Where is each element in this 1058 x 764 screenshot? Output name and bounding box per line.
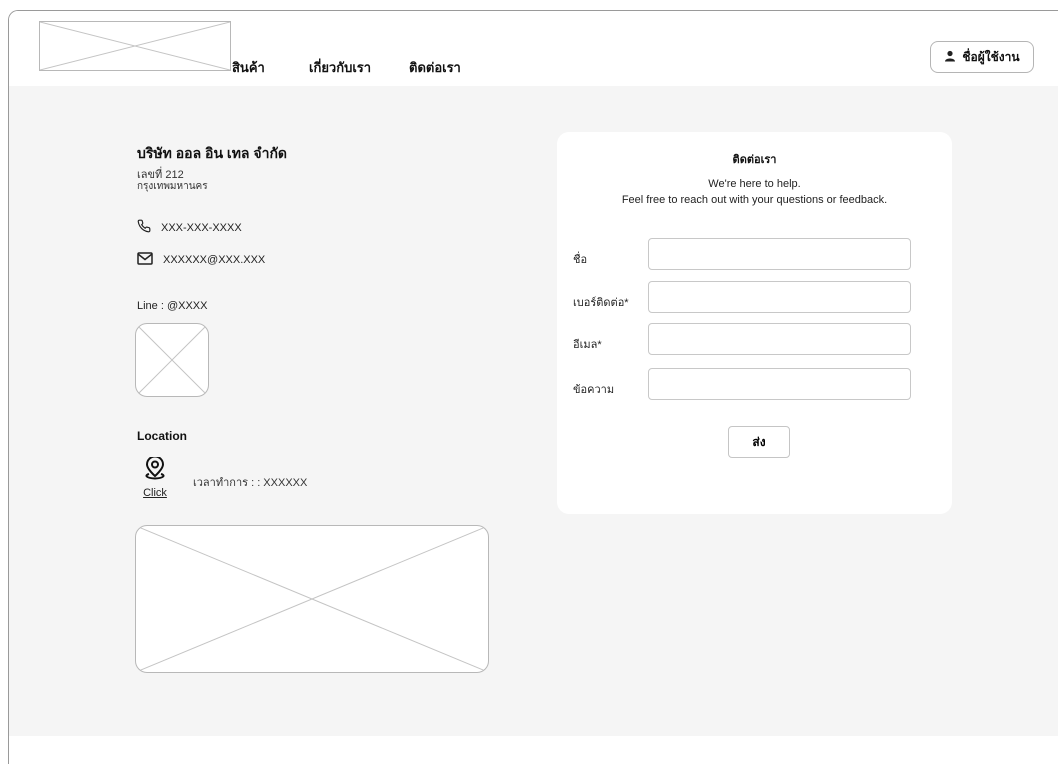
send-button[interactable]: ส่ง [728,426,790,458]
user-icon [944,50,956,65]
line-id: Line : @XXXX [137,300,208,312]
location-pin-icon [142,455,168,485]
map-link[interactable]: Click [139,455,171,499]
image-placeholder-icon[interactable] [39,21,231,71]
phone-input[interactable] [648,281,911,313]
mail-icon [137,252,153,268]
phone-label: เบอร์ติดต่อ* [573,297,629,309]
message-label: ข้อความ [573,384,615,396]
user-account-button[interactable]: ชื่อผู้ใช้งาน [930,41,1034,73]
company-name: บริษัท ออล อิน เทล จำกัด [137,145,288,161]
contact-form-title: ติดต่อเรา [732,154,777,166]
image-placeholder-icon [135,525,489,673]
location-title: Location [137,429,187,443]
contact-form-subtitle-2: Feel free to reach out with your questio… [621,194,888,206]
name-label: ชื่อ [573,254,588,266]
address-line-2: กรุงเทพมหานคร [137,181,208,192]
contact-form-card: ติดต่อเรา We're here to help. Feel free … [557,132,952,514]
map-click-link[interactable]: Click [139,487,171,499]
phone-row: XXX-XXX-XXXX [137,219,242,236]
email-input[interactable] [648,323,911,355]
phone-number: XXX-XXX-XXXX [161,221,242,234]
name-input[interactable] [648,238,911,270]
nav-item-products[interactable]: สินค้า [232,57,265,78]
business-hours: เวลาทำการ : : XXXXXX [193,477,308,489]
nav-item-contact[interactable]: ติดต่อเรา [409,57,461,78]
email-row: XXXXXX@XXX.XXX [137,252,265,268]
message-input[interactable] [648,368,911,400]
app-frame: สินค้า เกี่ยวกับเรา ติดต่อเรา ชื่อผู้ใช้… [8,10,1058,764]
phone-icon [137,219,151,236]
main-content: บริษัท ออล อิน เทล จำกัด เลขที่ 212 กรุง… [9,86,1058,736]
email-label: อีเมล* [573,339,602,351]
nav-item-about[interactable]: เกี่ยวกับเรา [309,57,371,78]
email-address: XXXXXX@XXX.XXX [163,254,266,266]
contact-form-subtitle-1: We're here to help. [708,178,801,190]
user-button-label: ชื่อผู้ใช้งาน [962,49,1020,64]
top-navbar: สินค้า เกี่ยวกับเรา ติดต่อเรา ชื่อผู้ใช้… [9,11,1058,86]
image-placeholder-icon [135,323,209,397]
